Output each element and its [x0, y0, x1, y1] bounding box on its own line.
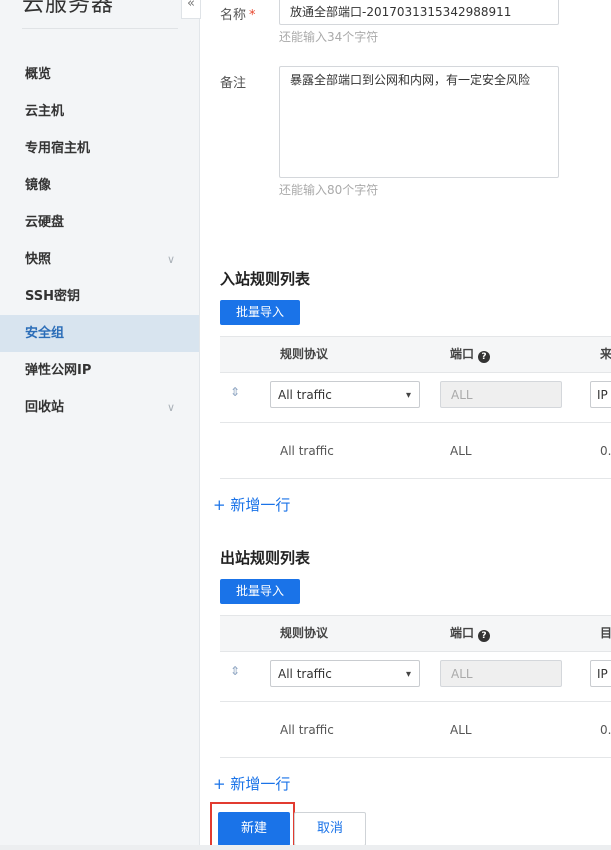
sidebar-item-label: 快照: [25, 252, 52, 267]
chevron-down-icon: ▾: [405, 669, 411, 680]
sidebar-item-security-groups[interactable]: 安全组: [0, 315, 199, 352]
outbound-table-header: 规则协议 端口? 目: [220, 615, 611, 652]
sidebar-item-elastic-ip[interactable]: 弹性公网IP: [0, 352, 199, 389]
name-label-text: 名称: [220, 8, 247, 23]
inbound-import-button[interactable]: 批量导入: [220, 300, 300, 325]
sidebar-item-label: 弹性公网IP: [25, 363, 92, 378]
sidebar-item-recycle-bin[interactable]: 回收站 ∨: [0, 389, 199, 426]
sidebar: 云服务器 概览 云主机 专用宿主机 镜像 云硬盘 快照 ∨ SSH密钥 安全组 弹…: [0, 0, 200, 850]
inbound-row2-source: 0.: [600, 444, 611, 458]
col-port-text: 端口: [450, 347, 475, 361]
col-source-header: 来: [600, 347, 611, 361]
col-protocol-header: 规则协议: [280, 347, 329, 361]
outbound-protocol-select[interactable]: All traffic ▾: [270, 660, 420, 687]
inbound-add-row-link[interactable]: + 新增一行: [213, 494, 290, 515]
sidebar-title: 云服务器: [22, 0, 115, 17]
name-input[interactable]: 放通全部端口-2017031315342988911: [279, 0, 559, 25]
row-divider: [220, 422, 611, 423]
sidebar-item-label: SSH密钥: [25, 289, 81, 304]
create-button[interactable]: 新建: [218, 812, 290, 846]
main-content: 名称 * 放通全部端口-2017031315342988911 还能输入34个字符…: [200, 0, 611, 850]
sidebar-divider: [22, 28, 178, 29]
inbound-row2-protocol: All traffic: [280, 444, 334, 458]
drag-handle-icon[interactable]: ⇕: [230, 665, 240, 677]
drag-handle-icon[interactable]: ⇕: [230, 386, 240, 398]
remark-textarea[interactable]: 暴露全部端口到公网和内网，有一定安全风险: [279, 66, 559, 178]
col-port-text: 端口: [450, 626, 475, 640]
help-icon[interactable]: ?: [478, 351, 491, 363]
sidebar-item-ssh-keys[interactable]: SSH密钥: [0, 278, 199, 315]
bottom-scroll-track: [0, 845, 611, 850]
cancel-button[interactable]: 取消: [294, 812, 366, 846]
row-divider: [220, 757, 611, 758]
name-char-hint: 还能输入34个字符: [279, 30, 379, 44]
outbound-protocol-value: All traffic: [278, 667, 332, 681]
inbound-protocol-value: All traffic: [278, 388, 332, 402]
inbound-source-input[interactable]: IP: [590, 381, 611, 408]
name-label: 名称 *: [220, 4, 256, 23]
col-port-header: 端口?: [450, 616, 491, 651]
col-port-header: 端口?: [450, 337, 491, 372]
outbound-row2-dest: 0.: [600, 723, 611, 737]
inbound-row2-port: ALL: [450, 444, 472, 458]
inbound-table-header: 规则协议 端口? 来: [220, 336, 611, 373]
outbound-row2-protocol: All traffic: [280, 723, 334, 737]
remark-label: 备注: [220, 76, 247, 91]
col-dest-header: 目: [600, 626, 611, 640]
row-divider: [220, 478, 611, 479]
required-mark: *: [249, 8, 256, 23]
sidebar-item-images[interactable]: 镜像: [0, 167, 199, 204]
chevron-down-icon: ▾: [405, 390, 411, 401]
outbound-dest-input[interactable]: IP: [590, 660, 611, 687]
sidebar-item-label: 安全组: [25, 326, 65, 341]
sidebar-item-instances[interactable]: 云主机: [0, 93, 199, 130]
sidebar-item-snapshots[interactable]: 快照 ∨: [0, 241, 199, 278]
sidebar-item-label: 专用宿主机: [25, 141, 91, 156]
sidebar-item-label: 回收站: [25, 400, 65, 415]
inbound-protocol-select[interactable]: All traffic ▾: [270, 381, 420, 408]
inbound-rules-title: 入站规则列表: [220, 270, 311, 288]
chevron-down-icon: ∨: [166, 401, 175, 414]
row-divider: [220, 701, 611, 702]
sidebar-item-label: 云硬盘: [25, 215, 65, 230]
outbound-row2-port: ALL: [450, 723, 472, 737]
col-protocol-header: 规则协议: [280, 626, 329, 640]
help-icon[interactable]: ?: [478, 630, 491, 642]
sidebar-item-label: 镜像: [25, 178, 52, 193]
sidebar-menu: 概览 云主机 专用宿主机 镜像 云硬盘 快照 ∨ SSH密钥 安全组 弹性公网IP…: [0, 56, 199, 426]
sidebar-item-disks[interactable]: 云硬盘: [0, 204, 199, 241]
chevron-down-icon: ∨: [166, 253, 175, 266]
sidebar-item-overview[interactable]: 概览: [0, 56, 199, 93]
outbound-import-button[interactable]: 批量导入: [220, 579, 300, 604]
sidebar-item-label: 概览: [25, 67, 52, 82]
outbound-rules-title: 出站规则列表: [220, 549, 311, 567]
outbound-add-row-link[interactable]: + 新增一行: [213, 773, 290, 794]
sidebar-item-dedicated-hosts[interactable]: 专用宿主机: [0, 130, 199, 167]
sidebar-item-label: 云主机: [25, 104, 65, 119]
outbound-port-input[interactable]: ALL: [440, 660, 562, 687]
inbound-port-input[interactable]: ALL: [440, 381, 562, 408]
collapse-sidebar-button[interactable]: «: [181, 0, 201, 19]
remark-char-hint: 还能输入80个字符: [279, 183, 379, 197]
